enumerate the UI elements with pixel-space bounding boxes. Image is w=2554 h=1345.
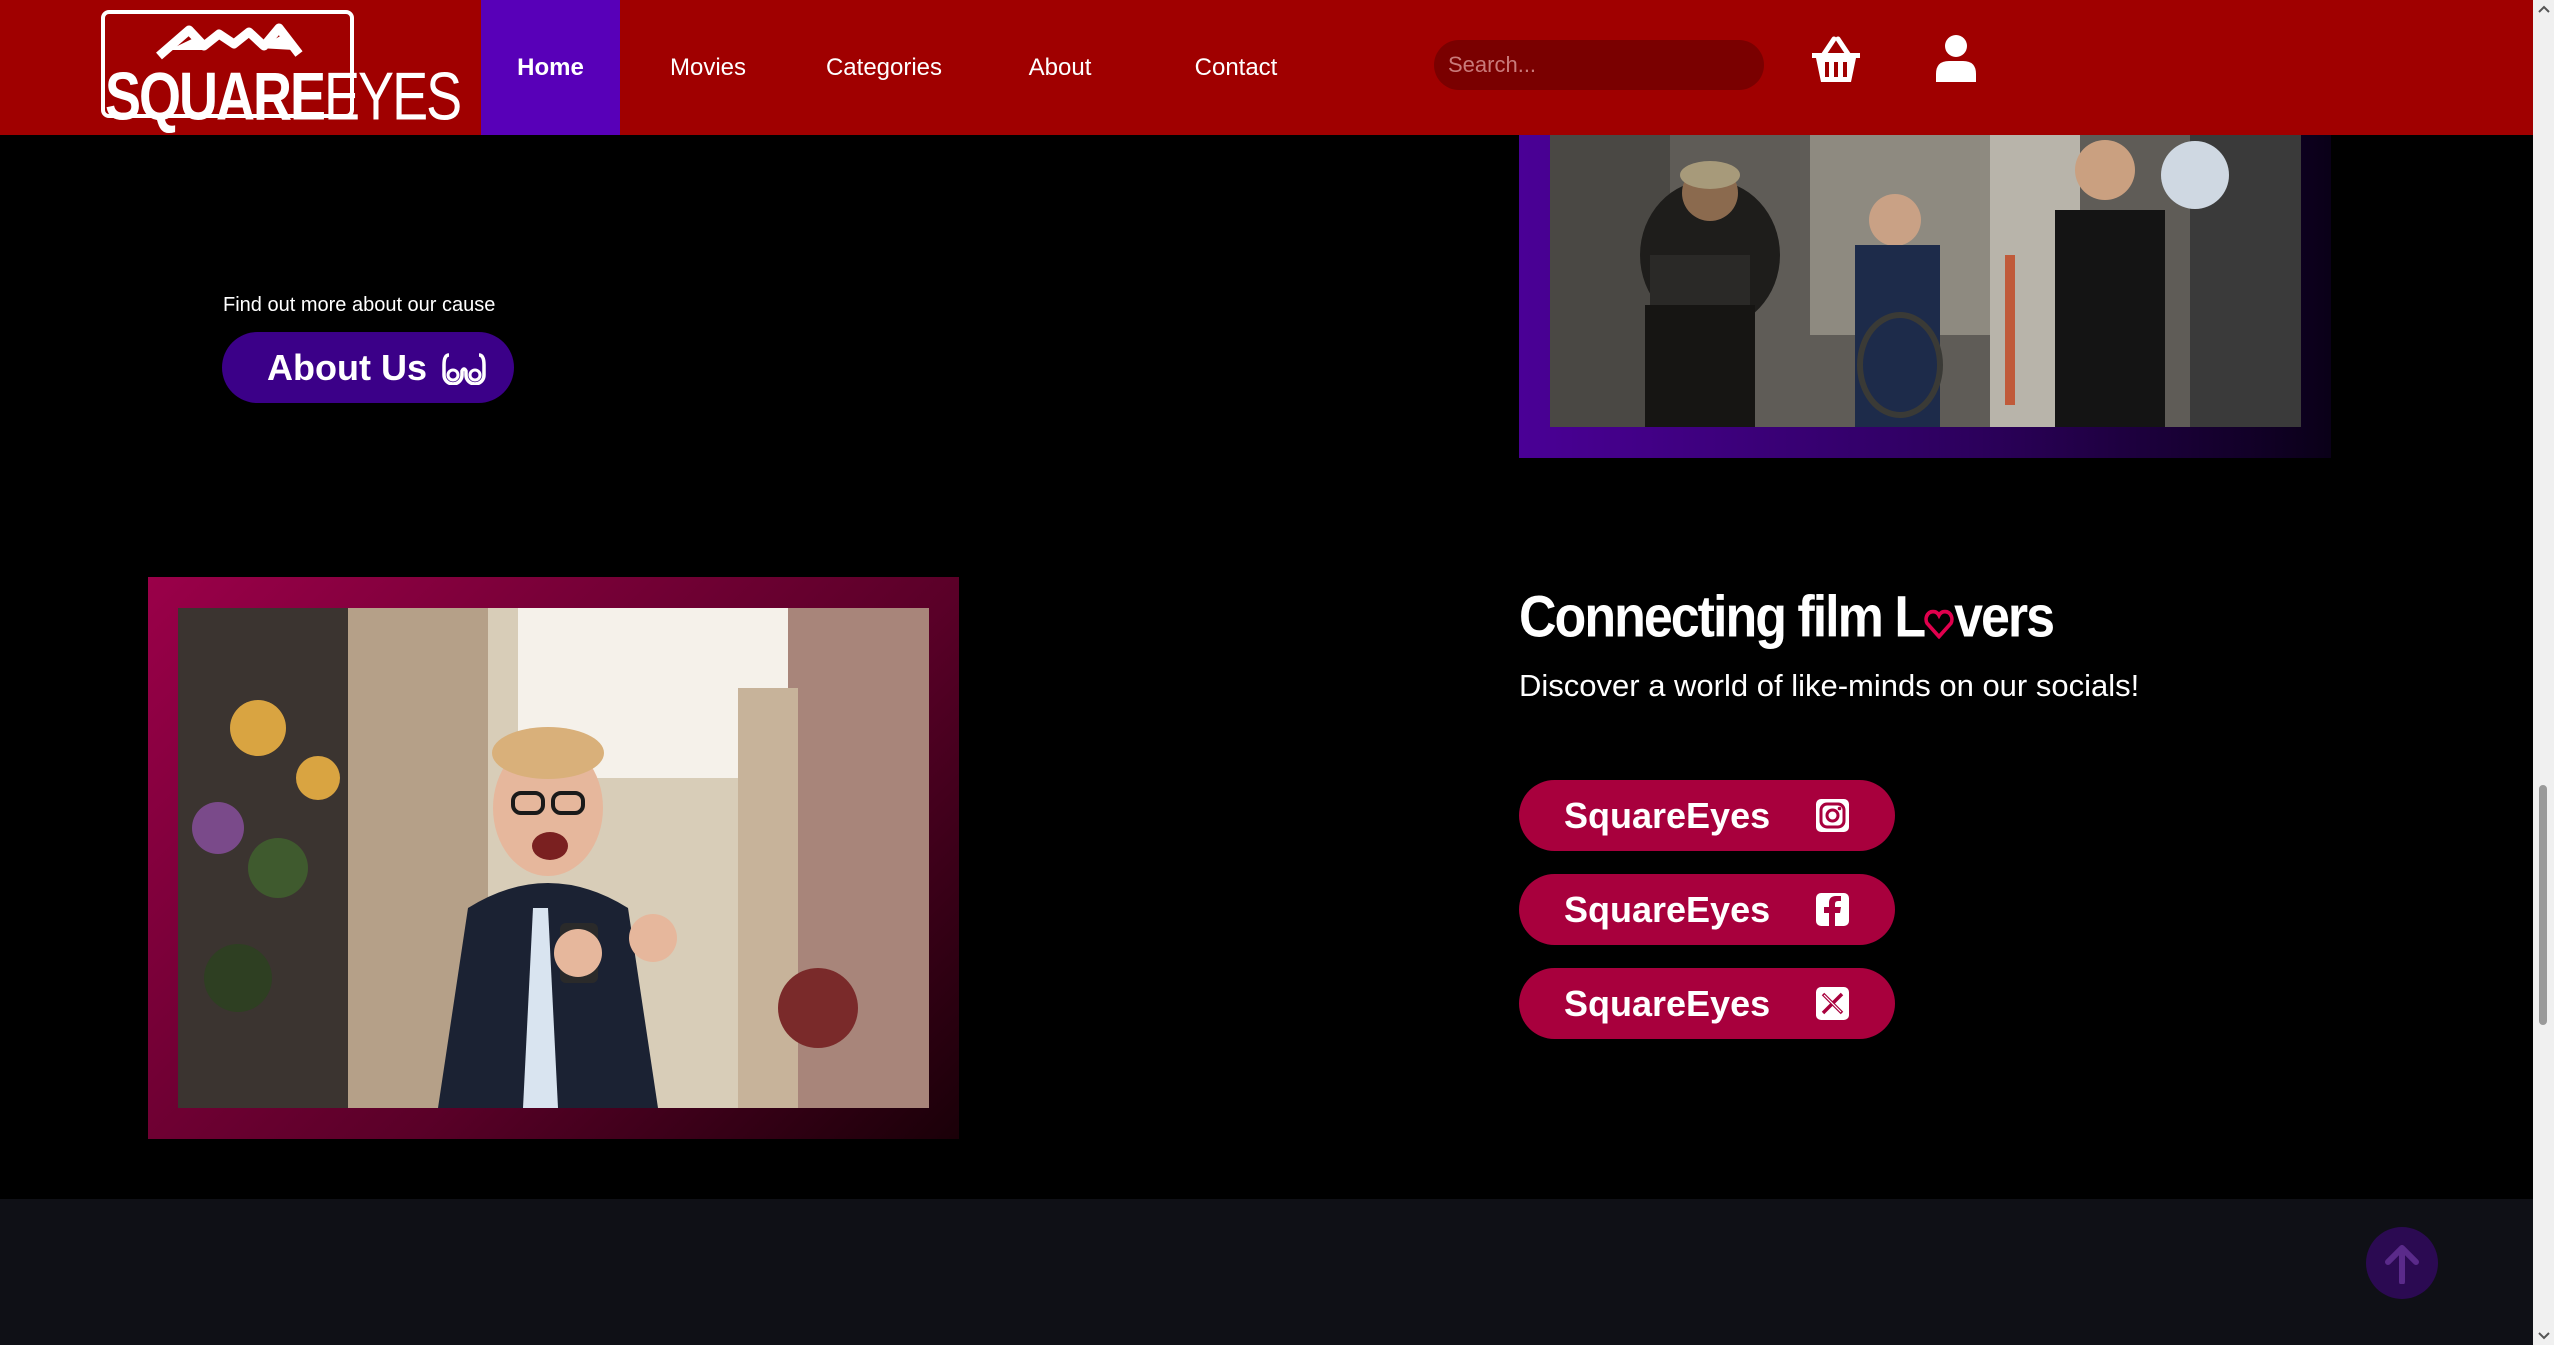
square-eyes-logo[interactable]: SQUAREEYES (101, 10, 462, 134)
happy-man-photo (178, 608, 929, 1108)
instagram-button-label: SquareEyes (1564, 794, 1771, 836)
x-twitter-button-label: SquareEyes (1564, 982, 1771, 1024)
connect-title: Connecting film Lvers (1519, 585, 2055, 651)
site-footer (0, 1199, 2533, 1345)
glasses-icon (442, 352, 486, 385)
arrow-up-icon (2385, 1245, 2419, 1284)
nav-home[interactable]: Home (481, 0, 620, 135)
heart-icon (1924, 609, 1954, 640)
logo-text: SQUAREEYES (105, 59, 462, 135)
user-icon[interactable] (1935, 34, 1977, 87)
scroll-up-arrow-icon[interactable] (2537, 4, 2551, 14)
search-input[interactable] (1434, 40, 1764, 90)
page: SQUAREEYES Home Movies Categories About … (0, 0, 2554, 1345)
instagram-button[interactable]: SquareEyes (1519, 780, 1895, 851)
x-twitter-icon (1816, 987, 1849, 1020)
nav-contact[interactable]: Contact (1148, 0, 1324, 135)
instagram-icon (1816, 799, 1849, 832)
x-twitter-button[interactable]: SquareEyes (1519, 968, 1895, 1039)
main-nav: Home Movies Categories About Contact (481, 0, 1324, 135)
about-us-label: About Us (267, 346, 427, 388)
connect-subtitle: Discover a world of like-minds on our so… (1519, 668, 2140, 703)
logo-glasses-icon (156, 23, 303, 60)
facebook-button-label: SquareEyes (1564, 888, 1771, 930)
nav-categories[interactable]: Categories (796, 0, 972, 135)
facebook-icon (1816, 893, 1849, 926)
facebook-button[interactable]: SquareEyes (1519, 874, 1895, 945)
scrollbar-thumb[interactable] (2539, 785, 2547, 1025)
site-header: SQUAREEYES Home Movies Categories About … (0, 0, 2533, 135)
nav-about[interactable]: About (972, 0, 1148, 135)
page-scrollbar[interactable] (2533, 0, 2554, 1345)
back-to-top-button[interactable] (2366, 1227, 2438, 1299)
nav-movies[interactable]: Movies (620, 0, 796, 135)
basket-icon[interactable] (1810, 36, 1862, 89)
scroll-down-arrow-icon[interactable] (2537, 1331, 2551, 1341)
about-us-button[interactable]: About Us (222, 332, 514, 403)
about-caption: Find out more about our cause (223, 294, 496, 316)
film-crew-photo (1550, 135, 2301, 427)
